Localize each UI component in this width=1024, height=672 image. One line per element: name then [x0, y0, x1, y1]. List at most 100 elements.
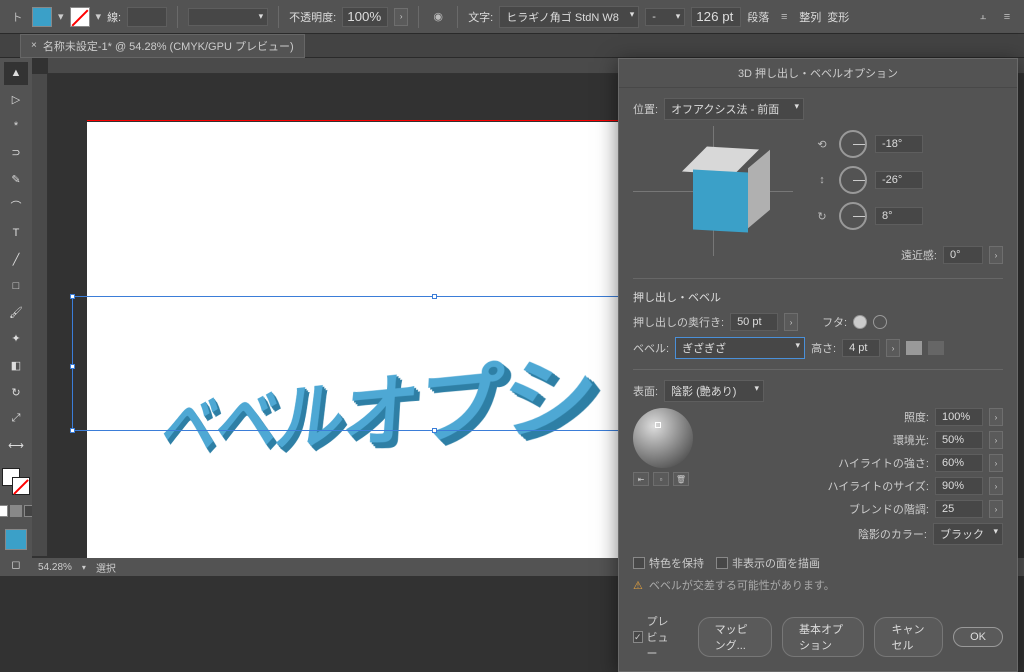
dropdown-caret[interactable]: ▾ [58, 10, 64, 23]
height-more[interactable]: › [886, 339, 900, 357]
angle-x-input[interactable]: -18° [875, 135, 923, 153]
draw-hidden-checkbox[interactable]: 非表示の面を描画 [716, 555, 820, 571]
blend-steps-input[interactable]: 25 [935, 500, 983, 518]
angle-x-dial[interactable] [839, 130, 867, 158]
light-sphere[interactable] [633, 408, 693, 468]
font-family-dropdown[interactable]: ヒラギノ角ゴ StdN W8 [499, 6, 639, 28]
rotate-tool[interactable]: ↻ [4, 381, 28, 404]
dropdown-caret[interactable]: ▾ [96, 10, 102, 23]
line-tool[interactable]: ╱ [4, 248, 28, 271]
shade-color-dropdown[interactable]: ブラック [933, 523, 1003, 545]
intensity-input[interactable]: 100% [935, 408, 983, 426]
perspective-input[interactable]: 0° [943, 246, 983, 264]
recolor-icon[interactable]: ◉ [429, 8, 447, 26]
screen-mode[interactable]: ◻ [4, 554, 28, 577]
type-label: 文字: [468, 9, 493, 25]
shaper-tool[interactable]: ✦ [4, 328, 28, 351]
align-label[interactable]: 整列 [799, 9, 821, 25]
direct-selection-tool[interactable]: ▷ [4, 89, 28, 112]
fill-stroke-control[interactable] [2, 468, 30, 494]
new-light-icon[interactable]: ▫ [653, 472, 669, 486]
highlight-intensity-input[interactable]: 60% [935, 454, 983, 472]
bs-more[interactable]: › [989, 500, 1003, 518]
angle-z-input[interactable]: 8° [875, 207, 923, 225]
angle-y-input[interactable]: -26° [875, 171, 923, 189]
draw-behind[interactable] [10, 505, 22, 517]
lasso-tool[interactable]: ⊃ [4, 142, 28, 165]
position-dropdown[interactable]: オフアクシス法 - 前面 [664, 98, 804, 120]
color-mode[interactable] [5, 529, 27, 550]
scale-tool[interactable]: ⤢ [4, 407, 28, 430]
fill-swatch[interactable] [32, 7, 52, 27]
width-tool[interactable]: ⟷ [4, 434, 28, 457]
rotation-cube-preview[interactable] [633, 126, 793, 256]
depth-input[interactable]: 50 pt [730, 313, 778, 331]
hs-more[interactable]: › [989, 477, 1003, 495]
magic-wand-tool[interactable]: * [4, 115, 28, 138]
angle-y-dial[interactable] [839, 166, 867, 194]
bevel-in-icon[interactable] [906, 341, 922, 355]
control-bar: ト ▾ ▾ 線: 不透明度: › ◉ 文字: ヒラギノ角ゴ StdN W8 - … [0, 0, 1024, 34]
pin-icon[interactable]: ⫠ [974, 8, 992, 26]
type-tool[interactable]: T [4, 221, 28, 244]
brush-dropdown[interactable] [188, 8, 268, 26]
transform-label[interactable]: 変形 [827, 9, 849, 25]
delete-light-icon[interactable]: 🗑 [673, 472, 689, 486]
cap-off-icon[interactable] [873, 315, 887, 329]
selection-mode: 選択 [96, 560, 116, 575]
selection-tool[interactable]: ▲ [4, 62, 28, 85]
mapping-button[interactable]: マッピング... [698, 617, 772, 657]
highlight-size-input[interactable]: 90% [935, 477, 983, 495]
font-size-input[interactable] [691, 7, 741, 27]
depth-more[interactable]: › [784, 313, 798, 331]
warning-icon: ⚠ [633, 579, 643, 592]
cap-label: フタ: [822, 314, 847, 330]
font-style-dropdown[interactable]: - [645, 8, 685, 26]
ambient-more[interactable]: › [989, 431, 1003, 449]
surface-dropdown[interactable]: 陰影 (艶あり) [664, 380, 764, 402]
height-label: 高さ: [811, 340, 836, 356]
bevel-dropdown[interactable]: ぎざぎざ [675, 337, 805, 359]
menu-icon[interactable]: ≡ [998, 8, 1016, 26]
document-tab[interactable]: × 名称未設定-1* @ 54.28% (CMYK/GPU プレビュー) [20, 34, 305, 58]
opacity-input[interactable] [342, 7, 388, 27]
angle-z-dial[interactable] [839, 202, 867, 230]
draw-normal[interactable] [0, 505, 8, 517]
stroke-swatch[interactable] [70, 7, 90, 27]
hi-more[interactable]: › [989, 454, 1003, 472]
opacity-more[interactable]: › [394, 8, 408, 26]
rectangle-tool[interactable]: □ [4, 275, 28, 298]
height-input[interactable]: 4 pt [842, 339, 880, 357]
pen-tool[interactable]: ✎ [4, 168, 28, 191]
eraser-tool[interactable]: ◧ [4, 354, 28, 377]
curvature-tool[interactable]: ⌒ [4, 195, 28, 218]
perspective-more[interactable]: › [989, 246, 1003, 264]
bevel-out-icon[interactable] [928, 341, 944, 355]
light-back-icon[interactable]: ⇤ [633, 472, 649, 486]
intensity-more[interactable]: › [989, 408, 1003, 426]
paragraph-label[interactable]: 段落 [747, 9, 769, 25]
cancel-button[interactable]: キャンセル [874, 617, 943, 657]
shade-color-label: 陰影のカラー: [858, 526, 927, 542]
preserve-spot-checkbox[interactable]: 特色を保持 [633, 555, 704, 571]
stroke-weight-input[interactable] [127, 7, 167, 27]
warning-text: ベベルが交差する可能性があります。 [649, 577, 835, 593]
ambient-input[interactable]: 50% [935, 431, 983, 449]
basic-options-button[interactable]: 基本オプション [782, 617, 864, 657]
rotate-x-icon: ⟲ [813, 135, 831, 153]
paintbrush-tool[interactable]: 🖌 [4, 301, 28, 324]
stroke-label: 線: [107, 9, 121, 25]
cap-on-icon[interactable] [853, 315, 867, 329]
document-tab-bar: × 名称未設定-1* @ 54.28% (CMYK/GPU プレビュー) [0, 34, 1024, 58]
perspective-label: 遠近感: [901, 247, 937, 263]
zoom-level[interactable]: 54.28% [38, 562, 72, 573]
tab-title: 名称未設定-1* @ 54.28% (CMYK/GPU プレビュー) [43, 38, 294, 54]
close-icon[interactable]: × [31, 40, 37, 51]
surface-label: 表面: [633, 383, 658, 399]
paragraph-icon[interactable]: ≡ [775, 8, 793, 26]
ok-button[interactable]: OK [953, 627, 1003, 647]
extrude-section-title: 押し出し・ベベル [633, 289, 1003, 305]
bevel-label: ベベル: [633, 340, 669, 356]
preview-checkbox[interactable]: ✓ プレビュー [633, 613, 678, 661]
ruler-vertical[interactable] [32, 74, 48, 556]
